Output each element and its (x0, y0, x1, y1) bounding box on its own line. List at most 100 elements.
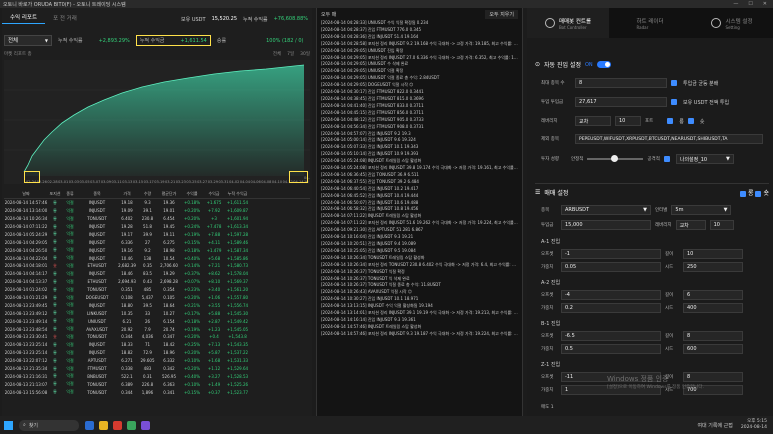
trade-leverage-input[interactable]: 10 (709, 220, 734, 230)
table-row[interactable]: 2024-08-13 23:25:14 롱 익절 INJUSDT 18.33 71 18.4… (4, 341, 310, 349)
risk-slider[interactable] (587, 155, 644, 162)
column-header[interactable]: 수량 (138, 191, 157, 197)
offset-input[interactable]: -6.5 (561, 331, 661, 341)
excluded-symbols-input[interactable]: PEPEUSDT,WIFUSDT,XRPUSDT,BTCUSDT,NEARUSD… (575, 134, 763, 144)
column-header[interactable]: 누적 수익금 (225, 191, 250, 197)
column-header[interactable]: 수익률 (181, 191, 203, 197)
column-header[interactable]: 종목 (78, 191, 116, 197)
table-row[interactable]: 2024-08-14 04:18:01 숏 익절 ETHUSDT 2,682.39 0.3… (4, 262, 310, 270)
tab-profit-report[interactable]: 수익 리포트 (2, 11, 46, 24)
length-input[interactable]: 6 (683, 290, 743, 300)
table-row[interactable]: 2024-08-13 21:35:34 롱 익절 FTMUSDT 0.338 483 0.3… (4, 365, 310, 373)
nav-radar[interactable]: 하트 레이더 Radar (609, 8, 691, 38)
folder-icon[interactable] (99, 420, 108, 430)
seed-input[interactable]: 600 (683, 344, 743, 354)
weight-input[interactable]: 0.05 (561, 262, 661, 272)
column-header[interactable]: 가격 (116, 191, 138, 197)
length-input[interactable]: 8 (683, 331, 743, 341)
preset-select[interactable]: 나의설정_10 ▼ (675, 154, 734, 164)
table-row[interactable]: 2024-08-13 23:48:54 롱 익절 AVAXUSDT 20.92 7.9 20… (4, 325, 310, 333)
auto-entry-toggle[interactable] (596, 61, 611, 68)
table-row[interactable]: 2024-08-14 01:21:29 롱 익절 DOGEUSDT 0.108 5,437… (4, 294, 310, 302)
trade-long-checkbox[interactable] (740, 190, 747, 197)
table-cell: 10.35 (121, 310, 133, 316)
taskbar-search[interactable]: ⌕ 찾기 (19, 419, 79, 431)
offset-input[interactable]: -1 (561, 249, 661, 259)
clear-log-button[interactable]: 오두 지우기 (485, 9, 518, 19)
app-icon[interactable] (85, 420, 94, 430)
table-row[interactable]: 2024-08-13 23:49:14 롱 익절 UNIUSDT 6.21 26 6.154… (4, 317, 310, 325)
table-row[interactable]: 2024-08-14 13:14:00 롱 익절 INJUSDT 19.09 39.1 19… (4, 207, 310, 215)
trade-leverage-mode[interactable]: 교차 (675, 220, 706, 230)
table-row[interactable]: 2024-08-14 14:57:46 롱 익절 INJUSDT 19.18 9.3 19.… (4, 199, 310, 207)
chart-x-label: 02-28 (47, 180, 58, 184)
all-usdt-checkbox[interactable] (671, 99, 677, 105)
table-row[interactable]: 2024-08-14 04:22:04 롱 익절 INJUSDT 10.46 138 10.… (4, 254, 310, 262)
range-all[interactable]: 전체 (273, 51, 281, 57)
max-symbols-input[interactable]: 8 (575, 78, 667, 88)
range-30d[interactable]: 30일 (300, 51, 310, 57)
tab-trade-history[interactable]: 포 전 거래 (45, 12, 85, 24)
trade-short-checkbox[interactable] (755, 190, 762, 197)
table-cell: APTUSDT (87, 358, 107, 364)
column-header[interactable]: 종류 (62, 191, 78, 197)
column-header[interactable]: 평균단가 (157, 191, 181, 197)
range-7d[interactable]: 7일 (287, 51, 294, 57)
filter-select[interactable]: 전체 ▼ (4, 34, 52, 46)
maximize-button[interactable]: ☐ (748, 1, 752, 7)
seed-input[interactable]: 250 (683, 262, 743, 272)
log-panel: 오두 매 오두 지우기 [2024-08-14 04:28:33] UNIUSD… (316, 8, 523, 416)
tray-app[interactable]: 여대 기록에 근접 (697, 422, 732, 429)
table-row[interactable]: 2024-08-14 05:24:29 롱 익절 INJUSDT 19.17 39.9 19… (4, 230, 310, 238)
close-button[interactable]: ✕ (763, 1, 767, 7)
app-icon[interactable] (127, 420, 136, 430)
seed-input[interactable]: 400 (683, 303, 743, 313)
table-row[interactable]: 2024-08-13 23:49:45 롱 익절 INJUSDT 18.80 39.5 18… (4, 301, 310, 309)
long-checkbox[interactable] (667, 118, 674, 124)
symbol-select[interactable]: ARBUSDT ▼ (561, 205, 651, 215)
table-row[interactable]: 2024-08-14 10:26:34 롱 익절 TONUSDT 6.402 230.8 6… (4, 215, 310, 223)
weight-input[interactable]: 0.5 (561, 344, 661, 354)
weight-input[interactable]: 0.2 (561, 303, 661, 313)
column-header[interactable]: 날짜 (4, 191, 48, 197)
table-cell: ETHUSDT (87, 279, 107, 285)
windows-start-icon[interactable] (4, 420, 13, 430)
table-row[interactable]: 2024-08-14 04:13:37 롱 익절 ETHUSDT 2,694.93 0.4… (4, 278, 310, 286)
table-cell: 익절 (66, 381, 74, 387)
table-row[interactable]: 2024-08-13 23:25:14 롱 익절 INJUSDT 18.82 72.9 18… (4, 349, 310, 357)
offset-input[interactable]: -4 (561, 290, 661, 300)
nav-bot-controller[interactable]: 매매봇 컨트롤 Bot Controller (527, 8, 609, 38)
table-row[interactable]: 2024-08-13 21:13:07 롱 익절 TONUSDT 6.389 226.8 6… (4, 380, 310, 388)
preset-checkbox[interactable] (663, 156, 670, 162)
invest-amount-input[interactable]: 27,617 (575, 97, 667, 107)
table-cell: +1,556.74 (226, 302, 249, 308)
table-row[interactable]: 2024-08-13 22:07:12 롱 익절 APTUSDT 6.271 29.605… (4, 357, 310, 365)
table-row[interactable]: 2024-08-13 15:56:08 롱 익절 TONUSDT 0.344 1,896 0… (4, 388, 310, 396)
trade-amount-input[interactable]: 15,000 (561, 220, 651, 230)
table-row[interactable]: 2024-08-13 21:16:31 롱 익절 BNBUSDT 522.1 0.31 52… (4, 372, 310, 380)
leverage-mode-select[interactable]: 교차 (575, 116, 611, 126)
win-rate: 승률 100% (182 / 0) (216, 37, 304, 44)
leverage-input[interactable]: 10 (615, 116, 641, 126)
table-row[interactable]: 2024-08-14 01:24:02 롱 익절 TONUSDT 0.351 485 0.3… (4, 286, 310, 294)
table-row[interactable]: 2024-08-13 23:49:12 롱 익절 LINKUSDT 10.35 33 10.… (4, 309, 310, 317)
length-input[interactable]: 10 (683, 249, 743, 259)
table-cell: 4,036 (141, 334, 154, 340)
table-row[interactable]: 2024-08-14 07:11:22 롱 익절 INJUSDT 19.28 51.8 19… (4, 223, 310, 231)
short-checkbox[interactable] (687, 118, 694, 124)
column-header[interactable]: 수익금 (203, 191, 225, 197)
interval-select[interactable]: 5m ▼ (671, 205, 732, 215)
nav-settings[interactable]: 시스템 설정 Setting (691, 8, 773, 38)
browser-icon[interactable] (113, 420, 122, 430)
table-row[interactable]: 2024-08-14 04:26:50 롱 익절 INJUSDT 19.16 9.2 18.… (4, 246, 310, 254)
table-row[interactable]: 2024-08-14 04:14:17 롱 익절 INJUSDT 18.46 83.5 19… (4, 270, 310, 278)
length-label: 길이 (665, 252, 674, 257)
table-row[interactable]: 2024-08-13 23:30:41 숏 익절 TONUSDT 0.344 4,036 0… (4, 333, 310, 341)
table-cell: +3.55 (207, 302, 221, 308)
clock: 오후 5:15 2024-08-14 (740, 419, 767, 430)
minimize-button[interactable]: — (733, 1, 738, 7)
table-row[interactable]: 2024-08-14 04:29:05 롱 익절 INJUSDT 6.336 27 6.27… (4, 238, 310, 246)
equal-split-checkbox[interactable] (671, 80, 677, 86)
app-icon[interactable] (141, 420, 150, 430)
column-header[interactable]: 포지션 (48, 191, 62, 197)
